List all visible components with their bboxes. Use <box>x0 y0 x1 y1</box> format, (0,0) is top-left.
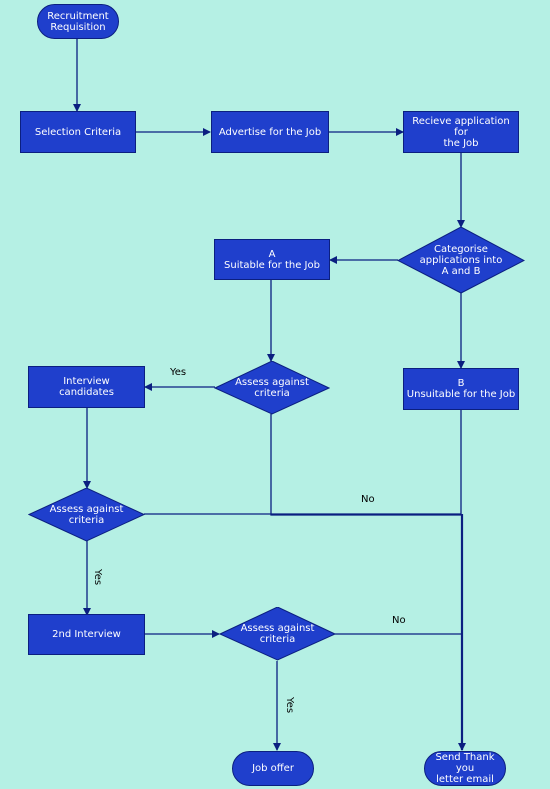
assess-decision-1: Assess against criteria <box>214 361 330 415</box>
interview-box: Interview candidates <box>28 366 145 408</box>
no-label-2: No <box>392 615 406 626</box>
yes-label-2: Yes <box>92 569 103 586</box>
receive-label: Recieve application for the Job <box>412 115 510 149</box>
advertise-label: Advertise for the Job <box>218 126 322 138</box>
start-label: Recruitment Requisition <box>47 10 109 33</box>
job-offer-label: Job offer <box>252 763 294 774</box>
assess1-label: Assess against criteria <box>235 377 309 399</box>
suitable-box: A Suitable for the Job <box>214 239 330 280</box>
categorise-decision: Categorise applications into A and B <box>397 227 525 294</box>
second-interview-box: 2nd Interview <box>28 614 145 655</box>
suitable-label: A Suitable for the Job <box>224 248 320 271</box>
thank-you-label: Send Thank you letter email <box>435 752 495 785</box>
advertise-box: Advertise for the Job <box>211 111 329 153</box>
yes-label-3: Yes <box>284 697 295 714</box>
job-offer-terminal: Job offer <box>232 751 314 786</box>
unsuitable-box: B Unsuitable for the Job <box>403 368 519 410</box>
interview-label: Interview candidates <box>59 376 114 398</box>
categorise-label: Categorise applications into A and B <box>419 244 503 277</box>
assess3-label: Assess against criteria <box>240 623 315 645</box>
second-interview-label: 2nd Interview <box>52 629 121 640</box>
no-label-1: No <box>361 494 375 505</box>
yes-label-1: Yes <box>170 367 187 378</box>
assess2-label: Assess against criteria <box>49 504 124 526</box>
assess-decision-3: Assess against criteria <box>219 607 336 661</box>
unsuitable-label: B Unsuitable for the Job <box>406 378 516 400</box>
receive-box: Recieve application for the Job <box>403 111 519 153</box>
thank-you-terminal: Send Thank you letter email <box>424 751 506 786</box>
start-terminal: Recruitment Requisition <box>37 4 119 39</box>
assess-decision-2: Assess against criteria <box>28 488 145 542</box>
selection-criteria-label: Selection Criteria <box>34 126 122 138</box>
selection-criteria-box: Selection Criteria <box>20 111 136 153</box>
